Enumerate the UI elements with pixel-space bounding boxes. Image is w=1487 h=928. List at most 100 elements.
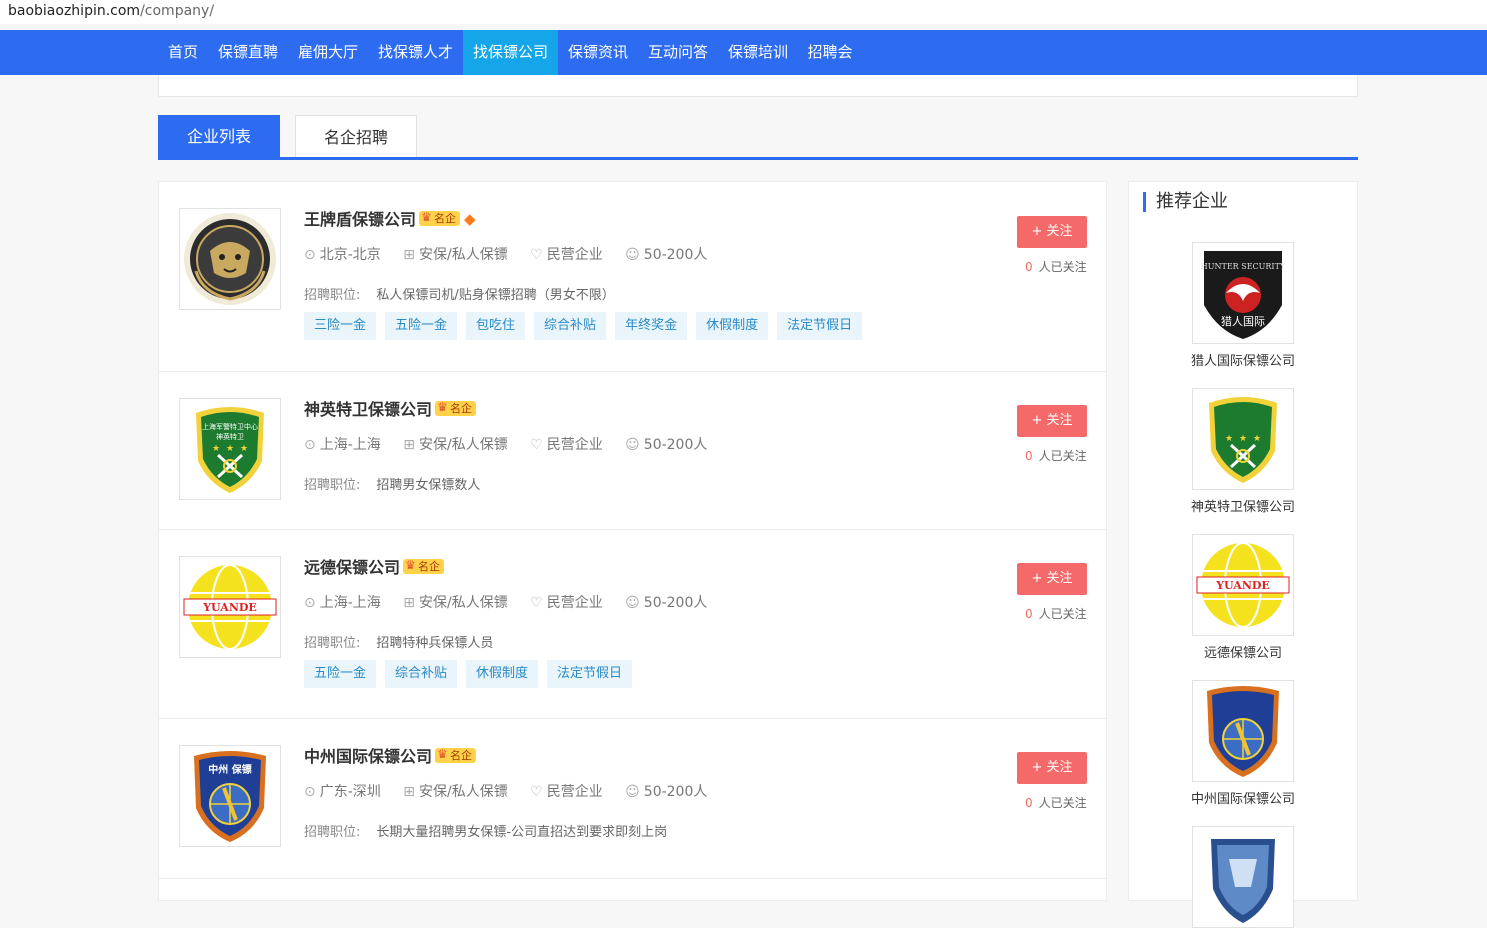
recommended-name[interactable]: 中州国际保镖公司 [1129, 788, 1357, 807]
company-type: 民营企业 [546, 595, 603, 611]
benefit-tag: 年终奖金 [615, 312, 688, 340]
hunter-security-logo: HUNTER SECURITY 猎人国际 [1201, 251, 1286, 339]
jobs-text[interactable]: 长期大量招聘男女保镖-公司直招达到要求即刻上岗 [376, 825, 667, 840]
follow-button[interactable]: + 关注 [1017, 752, 1087, 784]
company-industry: 安保/私人保镖 [418, 437, 508, 453]
location-icon: ⊙ [304, 784, 316, 800]
location-icon: ⊙ [304, 437, 316, 453]
recommended-logo[interactable] [1192, 680, 1294, 782]
jobs-text[interactable]: 私人保镖司机/贴身保镖招聘（男女不限） [376, 288, 614, 303]
industry-icon: ⊞ [403, 437, 415, 453]
main-nav: 首页 保镖直聘 雇佣大厅 找保镖人才 找保镖公司 保镖资讯 互动问答 保镖培训 … [0, 30, 1487, 75]
nav-item-news[interactable]: 保镖资讯 [558, 30, 638, 75]
benefit-tag: 包吃住 [466, 312, 526, 340]
company-name[interactable]: 中州国际保镖公司名企 [304, 743, 477, 767]
follow-button[interactable]: + 关注 [1017, 216, 1087, 248]
benefit-tag: 法定节假日 [547, 660, 633, 688]
tiger-emblem-logo [184, 213, 276, 305]
industry-icon: ⊞ [403, 595, 415, 611]
company-size: 50-200人 [643, 784, 708, 800]
follower-count: 0 人已关注 [1025, 605, 1087, 622]
nav-item-direct-hire[interactable]: 保镖直聘 [208, 30, 288, 75]
follow-button[interactable]: + 关注 [1017, 405, 1087, 437]
benefit-tag: 休假制度 [696, 312, 769, 340]
company-name[interactable]: 王牌盾保镖公司名企◆ [304, 206, 476, 230]
follower-suffix: 人已关注 [1038, 796, 1087, 810]
recommended-name[interactable]: 远德保镖公司 [1129, 642, 1357, 661]
company-name-text: 中州国际保镖公司 [304, 747, 433, 766]
company-name[interactable]: 神英特卫保镖公司名企 [304, 396, 477, 420]
recommended-logo[interactable]: YUANDE [1192, 534, 1294, 636]
tab-famous-company-jobs[interactable]: 名企招聘 [295, 115, 417, 158]
jobs-text[interactable]: 招聘特种兵保镖人员 [376, 636, 493, 651]
company-industry: 安保/私人保镖 [418, 784, 508, 800]
company-logo[interactable]: 上海军警特卫中心 神英特卫 ★ ★ ★ [179, 398, 281, 500]
company-location: 北京-北京 [319, 247, 381, 263]
nav-item-qa[interactable]: 互动问答 [638, 30, 718, 75]
company-card: YUANDE 远德保镖公司名企 ⊙上海-上海 ⊞安保/私人保镖 ♡民营企业 ☺5… [159, 530, 1106, 719]
company-card: 上海军警特卫中心 神英特卫 ★ ★ ★ 神英特卫保镖公司名企 ⊙上海-上海 ⊞安… [159, 372, 1106, 530]
follower-number: 0 [1025, 607, 1033, 621]
follow-button[interactable]: + 关注 [1017, 563, 1087, 595]
company-size: 50-200人 [643, 595, 708, 611]
recommended-logo[interactable]: HUNTER SECURITY 猎人国际 [1192, 242, 1294, 344]
benefit-tag: 综合补贴 [534, 312, 607, 340]
yuande-globe-logo: YUANDE [1196, 542, 1290, 628]
benefit-tag: 三险一金 [304, 312, 377, 340]
people-icon: ☺ [625, 247, 640, 263]
company-meta: ⊙ 上海-上海 ⊞ 安保/私人保镖 ♡ 民营企业 ☺ 50-200人 [304, 592, 725, 612]
follower-suffix: 人已关注 [1038, 449, 1087, 463]
company-logo[interactable]: 中州 保镖 [179, 745, 281, 847]
company-logo[interactable]: YUANDE [179, 556, 281, 658]
url-domain: baobiaozhipin.com [8, 3, 141, 19]
svg-text:★: ★ [1225, 434, 1233, 444]
company-type: 民营企业 [546, 247, 603, 263]
jobs-text[interactable]: 招聘男女保镖数人 [376, 478, 480, 493]
heart-icon: ♡ [530, 247, 543, 263]
svg-text:★: ★ [212, 444, 220, 454]
yuande-globe-logo: YUANDE [183, 564, 277, 650]
nav-item-find-talent[interactable]: 找保镖人才 [368, 30, 463, 75]
company-meta: ⊙ 广东-深圳 ⊞ 安保/私人保镖 ♡ 民营企业 ☺ 50-200人 [304, 781, 725, 801]
nav-item-hiring-hall[interactable]: 雇佣大厅 [288, 30, 368, 75]
recommended-logo[interactable]: ★ ★ ★ [1192, 388, 1294, 490]
heart-icon: ♡ [530, 595, 543, 611]
svg-text:上海军警特卫中心: 上海军警特卫中心 [202, 422, 258, 431]
diamond-icon: ◆ [464, 209, 476, 228]
nav-item-home[interactable]: 首页 [158, 30, 208, 75]
nav-item-find-company[interactable]: 找保镖公司 [463, 30, 558, 75]
recommended-name[interactable]: 猎人国际保镖公司 [1129, 350, 1357, 369]
company-list: 王牌盾保镖公司名企◆ ⊙北京-北京 ⊞安保/私人保镖 ♡民营企业 ☺50-200… [158, 181, 1107, 901]
address-bar[interactable]: baobiaozhipin.com/company/ [0, 0, 1487, 24]
nav-item-job-fair[interactable]: 招聘会 [798, 30, 862, 75]
svg-text:中州 保镖: 中州 保镖 [208, 763, 251, 776]
recommended-name[interactable]: 神英特卫保镖公司 [1129, 496, 1357, 515]
company-industry: 安保/私人保镖 [418, 247, 508, 263]
company-logo[interactable] [179, 208, 281, 310]
company-jobs: 招聘职位: 长期大量招聘男女保镖-公司直招达到要求即刻上岗 [304, 821, 667, 840]
nav-item-training[interactable]: 保镖培训 [718, 30, 798, 75]
famous-company-badge: 名企 [419, 210, 461, 226]
company-card: 中州 保镖 中州国际保镖公司名企 ⊙广东-深圳 ⊞安保/私人保镖 ♡民营企业 ☺… [159, 719, 1106, 879]
benefit-tags: 五险一金 综合补贴 休假制度 法定节假日 [304, 660, 641, 688]
svg-text:★: ★ [1239, 434, 1247, 444]
company-name[interactable]: 远德保镖公司名企 [304, 554, 445, 578]
benefit-tag: 法定节假日 [777, 312, 863, 340]
company-jobs: 招聘职位: 招聘特种兵保镖人员 [304, 632, 493, 651]
tab-company-list[interactable]: 企业列表 [158, 115, 280, 158]
recommended-logo[interactable] [1192, 826, 1294, 928]
benefit-tag: 休假制度 [466, 660, 539, 688]
famous-company-badge: 名企 [435, 747, 477, 763]
sidebar-title: 推荐企业 [1143, 192, 1228, 212]
benefit-tag: 五险一金 [304, 660, 377, 688]
company-meta: ⊙ 北京-北京 ⊞ 安保/私人保镖 ♡ 民营企业 ☺ 50-200人 [304, 244, 725, 264]
follower-count: 0 人已关注 [1025, 447, 1087, 464]
people-icon: ☺ [625, 595, 640, 611]
svg-text:★: ★ [240, 444, 248, 454]
benefit-tag: 综合补贴 [385, 660, 458, 688]
company-name-text: 王牌盾保镖公司 [304, 210, 417, 229]
company-jobs: 招聘职位: 招聘男女保镖数人 [304, 474, 480, 493]
svg-text:★: ★ [1253, 434, 1261, 444]
svg-text:神英特卫: 神英特卫 [216, 432, 244, 441]
company-card: 王牌盾保镖公司名企◆ ⊙北京-北京 ⊞安保/私人保镖 ♡民营企业 ☺50-200… [159, 182, 1106, 372]
